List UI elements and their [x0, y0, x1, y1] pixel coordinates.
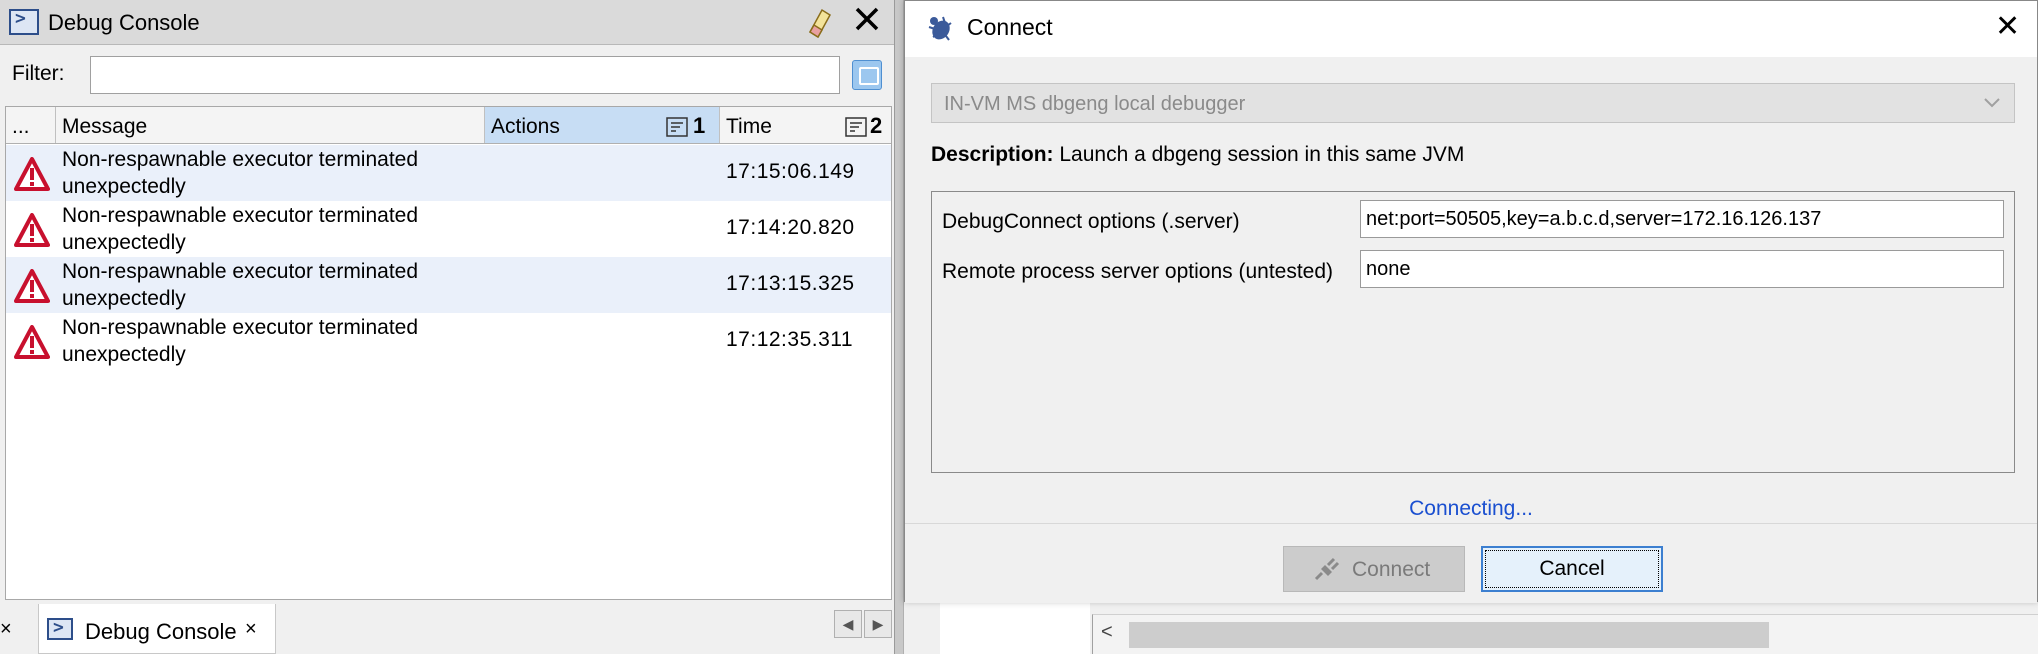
filter-input[interactable] [90, 56, 840, 94]
table-row[interactable]: Non-respawnable executor terminated unex… [6, 257, 891, 313]
close-console-button[interactable] [852, 4, 882, 38]
chevron-down-icon [1984, 98, 2000, 108]
background-white-area [940, 602, 1090, 654]
console-icon [9, 8, 39, 35]
console-table: ... Message Actions 1 Time 2 Non-respawn… [5, 106, 892, 600]
debugger-select-value: IN-VM MS dbgeng local debugger [944, 93, 1246, 115]
disconnect-plug-icon [1314, 557, 1340, 581]
scrollbar-thumb[interactable] [1129, 622, 1769, 648]
row-time: 17:12:35.311 [726, 328, 854, 351]
debug-console-title: Debug Console [48, 10, 200, 35]
debug-console-panel: Debug Console Filter: ... Message [0, 0, 894, 654]
table-header: ... Message Actions 1 Time 2 [6, 107, 891, 144]
row-time: 17:14:20.820 [726, 216, 855, 239]
tab-scroll-arrows: ◀ ▶ [834, 610, 894, 638]
warning-icon [14, 325, 50, 359]
close-icon [855, 7, 879, 31]
sort-icon [845, 117, 867, 137]
close-icon[interactable]: × [245, 618, 257, 641]
warning-icon [14, 269, 50, 303]
debug-console-titlebar: Debug Console [0, 0, 894, 45]
cancel-button[interactable]: Cancel [1481, 546, 1663, 592]
row-message: Non-respawnable executor terminated unex… [62, 260, 419, 310]
option-input-remote-server[interactable] [1360, 250, 2004, 288]
row-message: Non-respawnable executor terminated unex… [62, 316, 419, 366]
column-header-message[interactable]: Message [56, 107, 485, 143]
column-header-actions[interactable]: Actions 1 [485, 107, 720, 143]
dialog-titlebar: Connect ✕ [905, 1, 2037, 57]
bottom-tab-bar: × Debug Console × ◀ ▶ [0, 604, 894, 654]
clear-eraser-icon[interactable] [804, 6, 834, 39]
column-header-more[interactable]: ... [6, 107, 56, 143]
sort-order-actions: 1 [693, 113, 706, 138]
tab-debug-console[interactable]: Debug Console × [38, 604, 276, 654]
dialog-footer: Connect Cancel [905, 523, 2037, 603]
close-dialog-button[interactable]: ✕ [1995, 9, 2020, 45]
option-input-debugconnect[interactable] [1360, 200, 2004, 238]
close-icon[interactable]: × [0, 618, 12, 641]
scroll-left-icon[interactable]: < [1101, 621, 1113, 644]
connect-dialog: Connect ✕ IN-VM MS dbgeng local debugger… [904, 0, 2038, 603]
description-text: Launch a dbgeng session in this same JVM [1059, 143, 1465, 166]
row-time: 17:13:15.325 [726, 272, 855, 295]
filter-label: Filter: [12, 62, 65, 85]
filter-row: Filter: [0, 46, 894, 100]
warning-icon [14, 157, 50, 191]
connect-button[interactable]: Connect [1283, 546, 1465, 592]
scroll-right-icon[interactable]: ▶ [864, 610, 892, 638]
table-row[interactable]: Non-respawnable executor terminated unex… [6, 313, 891, 369]
column-header-time[interactable]: Time 2 [720, 107, 891, 143]
table-row[interactable]: Non-respawnable executor terminated unex… [6, 201, 891, 257]
connection-status: Connecting... [1409, 497, 1533, 520]
options-panel: DebugConnect options (.server) Remote pr… [931, 191, 2015, 473]
bug-icon [928, 16, 952, 41]
row-message: Non-respawnable executor terminated unex… [62, 204, 419, 254]
console-icon [47, 617, 73, 640]
horizontal-scrollbar[interactable]: < [1092, 614, 2038, 654]
description-label: Description: [931, 143, 1054, 166]
debugger-select[interactable]: IN-VM MS dbgeng local debugger [931, 83, 2015, 123]
description: Description: Launch a dbgeng session in … [931, 143, 1464, 167]
connect-button-label: Connect [1352, 558, 1431, 581]
option-label-debugconnect: DebugConnect options (.server) [942, 210, 1240, 233]
row-message: Non-respawnable executor terminated unex… [62, 148, 419, 198]
tab-label: Debug Console [85, 619, 237, 644]
scroll-left-icon[interactable]: ◀ [834, 610, 862, 638]
table-row[interactable]: Non-respawnable executor terminated unex… [6, 145, 891, 201]
option-label-remote-server: Remote process server options (untested) [942, 260, 1334, 283]
sort-icon [666, 117, 688, 137]
filter-apply-icon[interactable] [852, 60, 882, 90]
sort-order-time: 2 [870, 113, 883, 138]
warning-icon [14, 213, 50, 247]
row-time: 17:15:06.149 [726, 160, 855, 183]
panel-splitter[interactable] [894, 0, 904, 654]
dialog-title: Connect [967, 14, 1053, 40]
